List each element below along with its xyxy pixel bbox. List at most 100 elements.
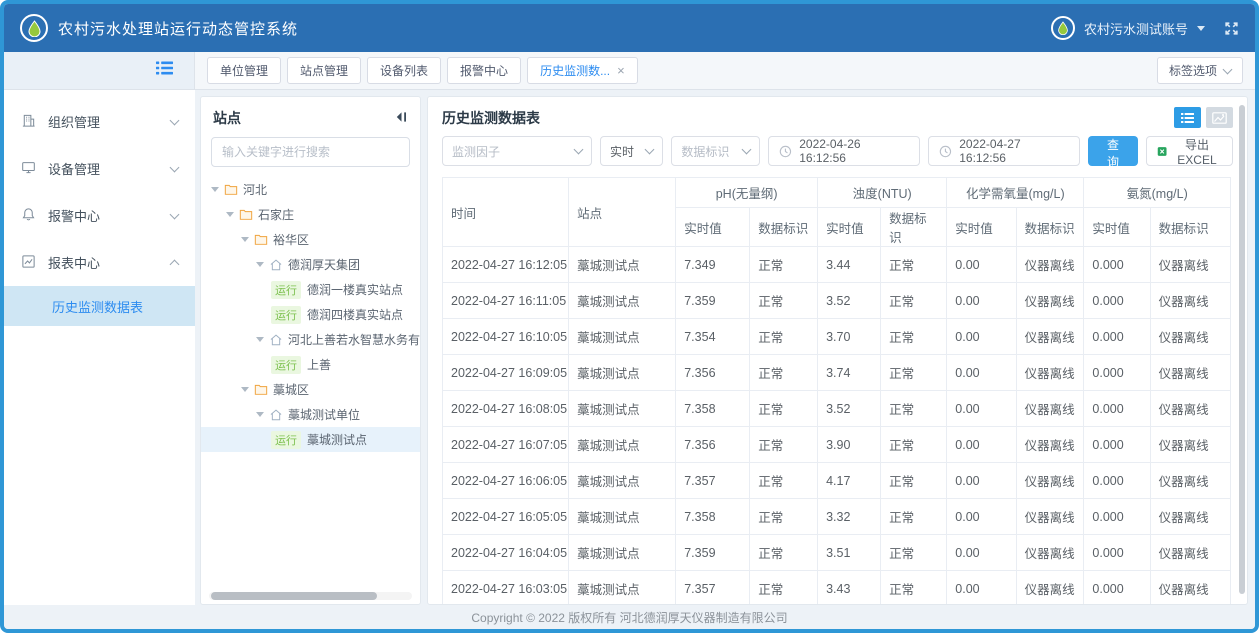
sidebar-item-building[interactable]: 组织管理	[4, 98, 195, 145]
cell-cod-value: 0.00	[947, 571, 1016, 605]
tab[interactable]: 报警中心	[447, 57, 521, 84]
organization-icon	[269, 333, 283, 346]
cell-cod-flag: 仪器离线	[1016, 247, 1084, 283]
tree-node-org[interactable]: 藁城测试单位	[201, 402, 420, 427]
cell-cod-value: 0.00	[947, 427, 1016, 463]
tree-expand-caret-icon[interactable]	[256, 412, 264, 417]
tree-node-folder[interactable]: 河北	[201, 177, 420, 202]
chevron-down-icon	[1223, 64, 1233, 74]
factor-select[interactable]: 监测因子	[442, 136, 592, 166]
tree-node-station[interactable]: 运行上善	[201, 352, 420, 377]
tree-expand-caret-icon[interactable]	[211, 187, 219, 192]
end-time-picker[interactable]: 2022-04-27 16:12:56	[928, 136, 1080, 166]
tree-node-station[interactable]: 运行德润四楼真实站点	[201, 302, 420, 327]
menu-list-icon[interactable]	[155, 60, 174, 81]
tree-node-folder[interactable]: 藁城区	[201, 377, 420, 402]
cell-cod-flag: 仪器离线	[1016, 571, 1084, 605]
export-excel-button[interactable]: 导出EXCEL	[1146, 136, 1233, 166]
tab[interactable]: 单位管理	[207, 57, 281, 84]
tab[interactable]: 设备列表	[367, 57, 441, 84]
subcol-cod-realtime: 实时值	[947, 208, 1016, 247]
cell-ph-value: 7.349	[676, 247, 750, 283]
factor-select-placeholder: 监测因子	[452, 143, 500, 160]
cell-time: 2022-04-27 16:12:05	[443, 247, 569, 283]
brand: 农村污水处理站运行动态管控系统	[20, 14, 298, 42]
account-area[interactable]: 农村污水测试账号	[1051, 16, 1239, 40]
collapse-panel-icon[interactable]	[395, 110, 408, 126]
export-excel-label: 导出EXCEL	[1172, 136, 1222, 167]
query-button[interactable]: 查询	[1088, 136, 1137, 166]
fullscreen-icon[interactable]	[1224, 21, 1239, 36]
copyright-text: Copyright © 2022 版权所有 河北德润厚天仪器制造有限公司	[471, 609, 787, 626]
cell-nh3n-value: 0.000	[1084, 319, 1150, 355]
data-table-wrap: 时间 站点 pH(无量纲) 浊度(NTU) 化学需氧量(mg/L) 氨氮(mg/…	[428, 177, 1247, 604]
sidebar-item-bell[interactable]: 报警中心	[4, 192, 195, 239]
tab-options-button[interactable]: 标签选项	[1157, 57, 1243, 84]
cell-ph-flag: 正常	[750, 283, 818, 319]
clock-icon	[779, 145, 792, 158]
tree-expand-caret-icon[interactable]	[226, 212, 234, 217]
tree-expand-caret-icon[interactable]	[256, 337, 264, 342]
tree-horizontal-scrollbar[interactable]	[209, 592, 412, 600]
cell-turbidity-flag: 正常	[881, 535, 947, 571]
cell-time: 2022-04-27 16:03:05	[443, 571, 569, 605]
cell-station: 藁城测试点	[569, 283, 676, 319]
cell-cod-value: 0.00	[947, 355, 1016, 391]
start-time-picker[interactable]: 2022-04-26 16:12:56	[768, 136, 920, 166]
tree-node-label: 德润四楼真实站点	[307, 306, 403, 323]
interval-select[interactable]: 实时	[600, 136, 663, 166]
cell-turbidity-flag: 正常	[881, 427, 947, 463]
status-badge-running: 运行	[271, 281, 301, 299]
tree-search-input[interactable]	[211, 137, 410, 167]
cell-cod-flag: 仪器离线	[1016, 427, 1084, 463]
view-toggles	[1174, 107, 1233, 128]
sidebar-subitem-history-data[interactable]: 历史监测数据表	[4, 286, 195, 326]
tree-node-org[interactable]: 河北上善若水智慧水务有限公司	[201, 327, 420, 352]
sidebar-item-chart[interactable]: 报表中心	[4, 239, 195, 286]
tree-node-station[interactable]: 运行藁城测试点	[201, 427, 420, 452]
cell-cod-value: 0.00	[947, 499, 1016, 535]
tree-expand-caret-icon[interactable]	[256, 262, 264, 267]
cell-cod-value: 0.00	[947, 283, 1016, 319]
tree-panel-title: 站点	[213, 108, 241, 128]
tree-node-label: 河北上善若水智慧水务有限公司	[288, 331, 420, 348]
account-name[interactable]: 农村污水测试账号	[1084, 19, 1188, 38]
cell-turbidity-flag: 正常	[881, 391, 947, 427]
cell-turbidity-flag: 正常	[881, 571, 947, 605]
cell-turbidity-value: 3.70	[818, 319, 881, 355]
tree-expand-caret-icon[interactable]	[241, 387, 249, 392]
monitor-icon	[21, 160, 36, 178]
cell-nh3n-value: 0.000	[1084, 427, 1150, 463]
table-view-button[interactable]	[1174, 107, 1201, 128]
subcol-nh3n-flag: 数据标识	[1150, 208, 1230, 247]
cell-cod-flag: 仪器离线	[1016, 499, 1084, 535]
subcol-turbidity-realtime: 实时值	[818, 208, 881, 247]
tab-close-icon[interactable]: ×	[617, 64, 625, 77]
cell-ph-flag: 正常	[750, 571, 818, 605]
table-row: 2022-04-27 16:06:05藁城测试点7.357正常4.17正常0.0…	[443, 463, 1231, 499]
chevron-up-icon	[170, 259, 180, 269]
tree-node-folder[interactable]: 裕华区	[201, 227, 420, 252]
tree-node-station[interactable]: 运行德润一楼真实站点	[201, 277, 420, 302]
cell-cod-flag: 仪器离线	[1016, 391, 1084, 427]
subcol-ph-flag: 数据标识	[750, 208, 818, 247]
data-flag-select[interactable]: 数据标识	[671, 136, 760, 166]
tree-node-org[interactable]: 德润厚天集团	[201, 252, 420, 277]
tree-node-label: 藁城区	[273, 381, 309, 398]
account-caret-icon[interactable]	[1197, 26, 1205, 31]
cell-turbidity-value: 3.51	[818, 535, 881, 571]
tab[interactable]: 站点管理	[287, 57, 361, 84]
cell-nh3n-value: 0.000	[1084, 499, 1150, 535]
tree-expand-caret-icon[interactable]	[241, 237, 249, 242]
folder-icon	[239, 208, 253, 221]
tree-node-label: 上善	[307, 356, 331, 373]
tab-active[interactable]: 历史监测数... ×	[527, 57, 638, 84]
cell-nh3n-flag: 仪器离线	[1150, 535, 1230, 571]
table-vertical-scrollbar[interactable]	[1239, 105, 1245, 594]
cell-nh3n-value: 0.000	[1084, 535, 1150, 571]
tree-node-folder[interactable]: 石家庄	[201, 202, 420, 227]
tree-scrollbar-thumb[interactable]	[211, 592, 377, 600]
chart-view-button[interactable]	[1206, 107, 1233, 128]
tab-label: 历史监测数...	[540, 62, 610, 79]
sidebar-item-monitor[interactable]: 设备管理	[4, 145, 195, 192]
